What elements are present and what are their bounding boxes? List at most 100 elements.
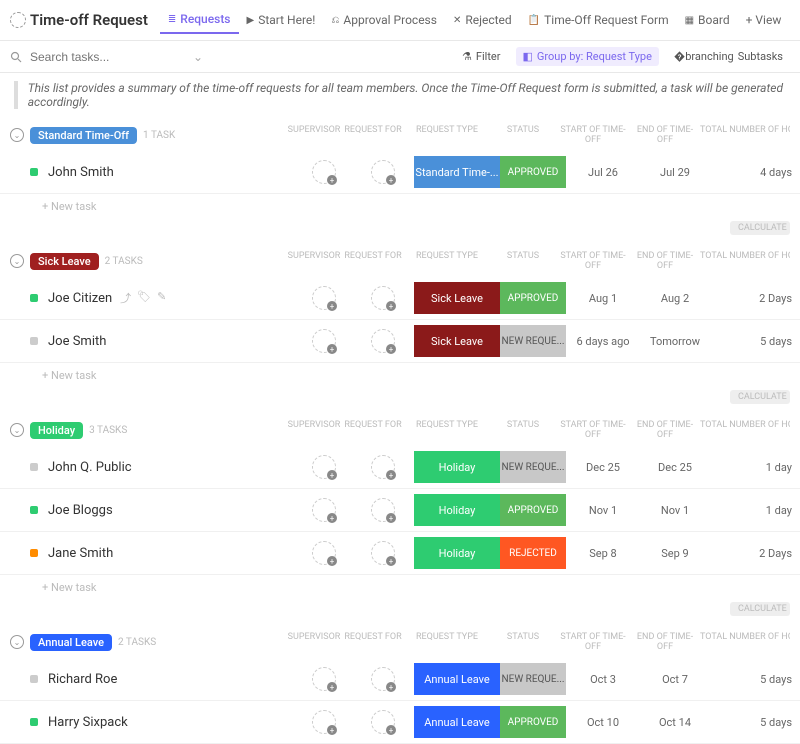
start-date-cell[interactable]: Oct 10 [566, 706, 640, 738]
task-row[interactable]: Joe SmithSick LeaveNEW REQUE...6 days ag… [0, 320, 800, 363]
collapse-icon[interactable]: ⌄ [10, 128, 24, 142]
status-cell[interactable]: NEW REQUE... [500, 451, 566, 483]
col-start[interactable]: START OF TIME-OFF [556, 420, 630, 440]
col-total[interactable]: TOTAL NUMBER OF HOURS [700, 632, 790, 652]
col-request-for[interactable]: REQUEST FOR [342, 125, 404, 145]
col-status[interactable]: STATUS [490, 251, 556, 271]
avatar-placeholder-icon[interactable] [371, 455, 395, 479]
status-square[interactable] [30, 337, 38, 345]
total-cell[interactable]: 2 Days [710, 282, 800, 314]
request-type-cell[interactable]: Annual Leave [414, 706, 500, 738]
avatar-placeholder-icon[interactable] [371, 286, 395, 310]
request-for-cell[interactable] [352, 282, 414, 314]
col-request-for[interactable]: REQUEST FOR [342, 420, 404, 440]
tab-time-off-request-form[interactable]: 📋Time-Off Request Form [520, 6, 677, 34]
new-task-button[interactable]: + New task [0, 575, 800, 600]
end-date-cell[interactable]: Dec 25 [640, 451, 710, 483]
tab-start-here-[interactable]: ▶Start Here! [239, 6, 324, 34]
task-name[interactable]: Richard Roe [48, 672, 117, 687]
tab--view[interactable]: + View [738, 6, 790, 34]
status-cell[interactable]: NEW REQUE... [500, 325, 566, 357]
avatar-placeholder-icon[interactable] [312, 329, 336, 353]
task-name[interactable]: Joe Smith [48, 334, 106, 349]
edit-icon[interactable]: ✎ [157, 290, 166, 306]
tab-approval-process[interactable]: ⎌Approval Process [323, 6, 445, 34]
request-for-cell[interactable] [352, 706, 414, 738]
status-square[interactable] [30, 675, 38, 683]
avatar-placeholder-icon[interactable] [371, 667, 395, 691]
col-status[interactable]: STATUS [490, 420, 556, 440]
start-date-cell[interactable]: Oct 3 [566, 663, 640, 695]
start-date-cell[interactable]: Aug 1 [566, 282, 640, 314]
status-cell[interactable]: NEW REQUE... [500, 663, 566, 695]
task-row[interactable]: Joe BloggsHolidayAPPROVEDNov 1Nov 11 day [0, 489, 800, 532]
total-cell[interactable]: 1 day [710, 494, 800, 526]
status-cell[interactable]: REJECTED [500, 537, 566, 569]
status-cell[interactable]: APPROVED [500, 156, 566, 188]
end-date-cell[interactable]: Jul 29 [640, 156, 710, 188]
col-supervisor[interactable]: SUPERVISOR [286, 125, 342, 145]
col-request-type[interactable]: REQUEST TYPE [404, 125, 490, 145]
request-for-cell[interactable] [352, 156, 414, 188]
supervisor-cell[interactable] [296, 537, 352, 569]
avatar-placeholder-icon[interactable] [312, 455, 336, 479]
total-cell[interactable]: 2 Days [710, 537, 800, 569]
end-date-cell[interactable]: Tomorrow [640, 325, 710, 357]
supervisor-cell[interactable] [296, 282, 352, 314]
request-for-cell[interactable] [352, 663, 414, 695]
col-end[interactable]: END OF TIME-OFF [630, 251, 700, 271]
request-type-cell[interactable]: Holiday [414, 451, 500, 483]
task-name[interactable]: Joe Bloggs [48, 503, 113, 518]
avatar-placeholder-icon[interactable] [312, 710, 336, 734]
request-for-cell[interactable] [352, 494, 414, 526]
col-request-for[interactable]: REQUEST FOR [342, 632, 404, 652]
status-square[interactable] [30, 506, 38, 514]
collapse-icon[interactable]: ⌄ [10, 635, 24, 649]
calculate-button[interactable]: CALCULATE [730, 390, 790, 404]
end-date-cell[interactable]: Oct 14 [640, 706, 710, 738]
chevron-down-icon[interactable]: ⌄ [193, 50, 203, 64]
status-square[interactable] [30, 168, 38, 176]
status-square[interactable] [30, 549, 38, 557]
status-square[interactable] [30, 294, 38, 302]
end-date-cell[interactable]: Sep 9 [640, 537, 710, 569]
tab-rejected[interactable]: ✕Rejected [445, 6, 520, 34]
col-end[interactable]: END OF TIME-OFF [630, 632, 700, 652]
avatar-placeholder-icon[interactable] [312, 667, 336, 691]
col-request-type[interactable]: REQUEST TYPE [404, 251, 490, 271]
col-start[interactable]: START OF TIME-OFF [556, 251, 630, 271]
task-row[interactable]: Joe Citizen⤴🏷✎Sick LeaveAPPROVEDAug 1Aug… [0, 277, 800, 320]
request-for-cell[interactable] [352, 451, 414, 483]
group-badge[interactable]: Holiday [30, 422, 83, 439]
tab-board[interactable]: ▦Board [677, 6, 738, 34]
task-name[interactable]: Jane Smith [48, 546, 113, 561]
calculate-button[interactable]: CALCULATE [730, 602, 790, 616]
start-date-cell[interactable]: Nov 1 [566, 494, 640, 526]
supervisor-cell[interactable] [296, 706, 352, 738]
group-badge[interactable]: Annual Leave [30, 634, 112, 651]
avatar-placeholder-icon[interactable] [312, 541, 336, 565]
status-cell[interactable]: APPROVED [500, 706, 566, 738]
total-cell[interactable]: 5 days [710, 325, 800, 357]
supervisor-cell[interactable] [296, 663, 352, 695]
task-row[interactable]: Harry SixpackAnnual LeaveAPPROVEDOct 10O… [0, 701, 800, 744]
filter-button[interactable]: ⚗Filter [455, 47, 507, 66]
request-type-cell[interactable]: Standard Time-... [414, 156, 500, 188]
task-row[interactable]: John SmithStandard Time-...APPROVEDJul 2… [0, 151, 800, 194]
request-type-cell[interactable]: Holiday [414, 494, 500, 526]
supervisor-cell[interactable] [296, 451, 352, 483]
col-total[interactable]: TOTAL NUMBER OF HOURS [700, 125, 790, 145]
status-cell[interactable]: APPROVED [500, 494, 566, 526]
col-end[interactable]: END OF TIME-OFF [630, 125, 700, 145]
task-row[interactable]: Richard RoeAnnual LeaveNEW REQUE...Oct 3… [0, 658, 800, 701]
start-date-cell[interactable]: Jul 26 [566, 156, 640, 188]
col-supervisor[interactable]: SUPERVISOR [286, 420, 342, 440]
col-total[interactable]: TOTAL NUMBER OF HOURS [700, 420, 790, 440]
avatar-placeholder-icon[interactable] [371, 541, 395, 565]
end-date-cell[interactable]: Nov 1 [640, 494, 710, 526]
task-row[interactable]: Jane SmithHolidayREJECTEDSep 8Sep 92 Day… [0, 532, 800, 575]
subtasks-button[interactable]: �branchingSubtasks [667, 47, 790, 66]
avatar-placeholder-icon[interactable] [312, 286, 336, 310]
status-cell[interactable]: APPROVED [500, 282, 566, 314]
col-status[interactable]: STATUS [490, 125, 556, 145]
